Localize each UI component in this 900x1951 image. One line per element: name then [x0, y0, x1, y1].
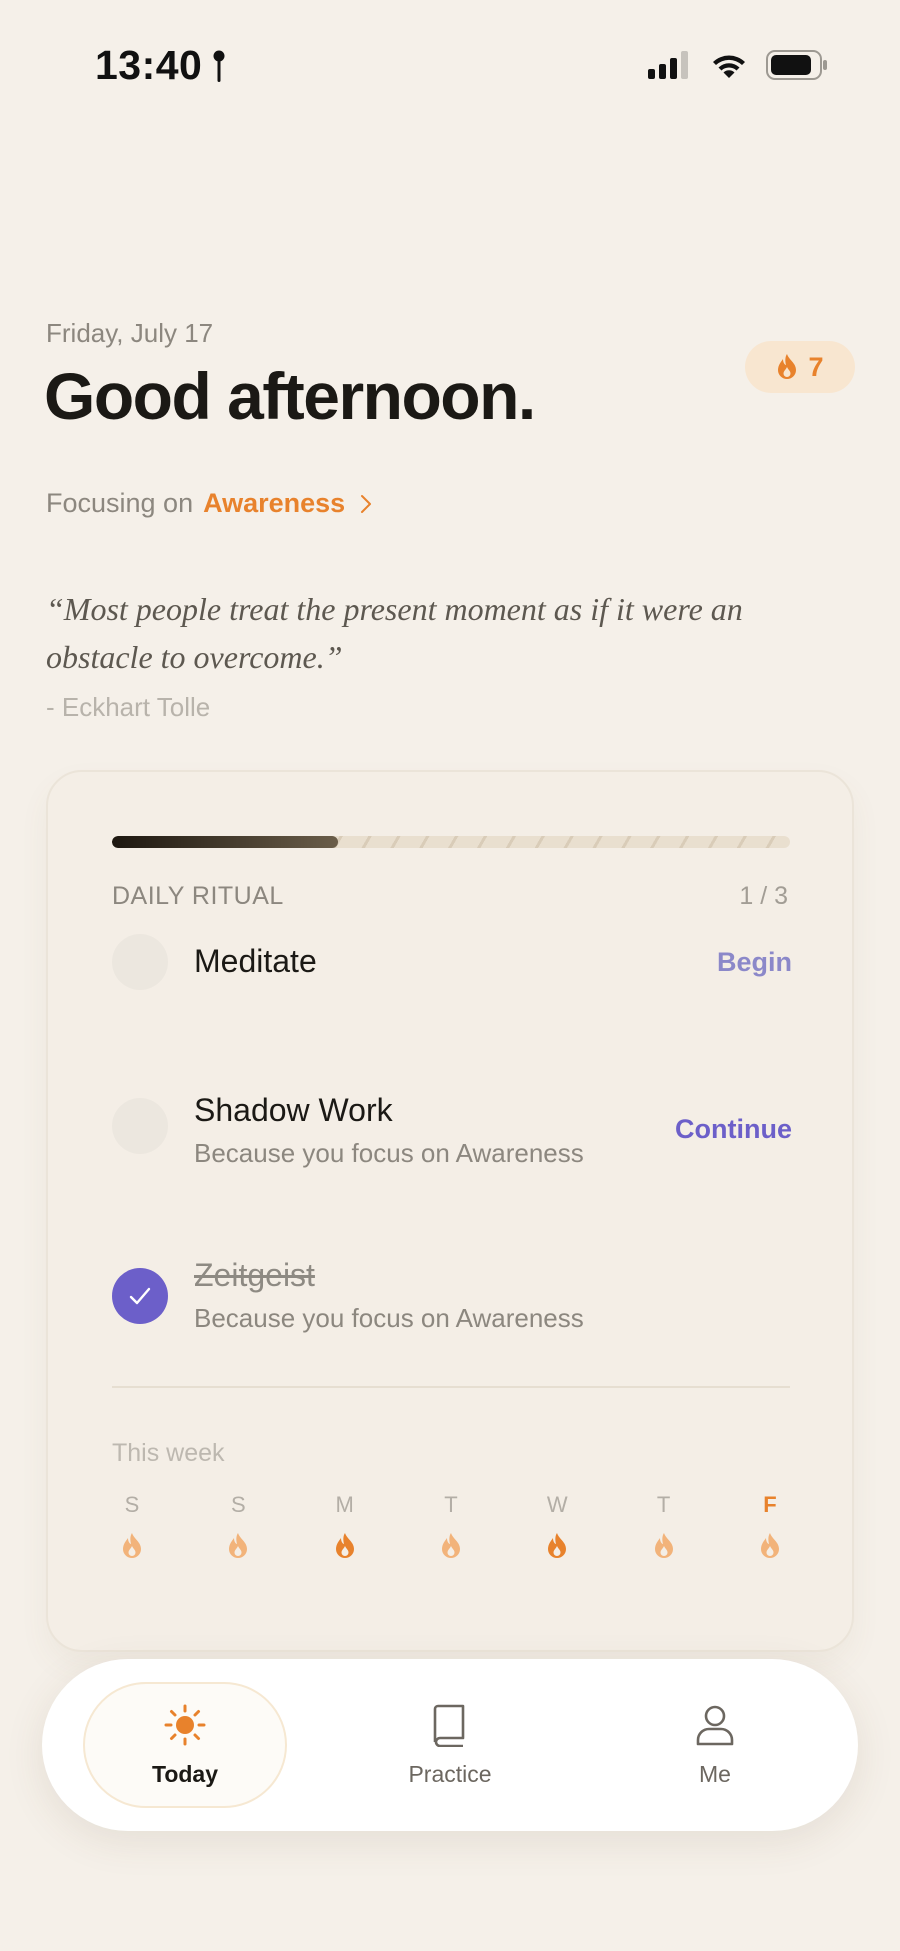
ritual-task-shadow-work[interactable]: Shadow Work Because you focus on Awarene… — [112, 1092, 792, 1172]
flame-icon — [334, 1532, 356, 1565]
week-day: T — [644, 1492, 684, 1565]
week-title: This week — [112, 1439, 225, 1467]
status-time: 13:40 — [95, 42, 203, 88]
task-name: Shadow Work — [194, 1092, 393, 1128]
task-subtitle: Because you focus on Awareness — [194, 1303, 584, 1333]
week-day-letter: S — [124, 1492, 140, 1517]
status-bar: 13:40 — [0, 0, 900, 130]
ritual-count: 1 / 3 — [739, 882, 788, 910]
task-name: Zeitgeist — [194, 1257, 315, 1293]
week-day: S — [112, 1492, 152, 1565]
checkmark-icon — [129, 1287, 151, 1305]
flame-icon — [546, 1532, 568, 1565]
task-checkbox-checked[interactable] — [112, 1268, 168, 1324]
streak-count: 7 — [808, 351, 824, 382]
week-day: F — [750, 1492, 790, 1565]
week-streak-row: SSMTWTF — [112, 1492, 790, 1565]
week-day-letter: F — [763, 1492, 777, 1517]
flame-icon — [227, 1532, 249, 1565]
nav-label: Practice — [408, 1760, 492, 1787]
week-day: S — [218, 1492, 258, 1565]
week-day-letter: T — [444, 1492, 458, 1517]
task-checkbox[interactable] — [112, 934, 168, 990]
week-day: M — [325, 1492, 365, 1565]
week-day: W — [537, 1492, 577, 1565]
location-pin-icon — [213, 50, 225, 82]
week-day-letter: T — [656, 1492, 671, 1517]
nav-label: Me — [699, 1760, 731, 1787]
ritual-progress-fill — [112, 836, 338, 848]
begin-button[interactable]: Begin — [717, 947, 792, 978]
continue-button[interactable]: Continue — [675, 1114, 792, 1145]
current-date: Friday, July 17 — [46, 318, 214, 348]
week-day-letter: W — [546, 1492, 568, 1517]
flame-icon — [778, 354, 797, 379]
week-day-letter: M — [335, 1492, 354, 1517]
focus-prefix: Focusing on — [46, 488, 194, 518]
status-icons — [648, 50, 828, 80]
nav-tab-today[interactable]: Today — [83, 1682, 287, 1808]
divider — [112, 1386, 790, 1388]
daily-ritual-card: DAILY RITUAL 1 / 3 Meditate Begin Shadow… — [46, 770, 854, 1652]
nav-label: Today — [151, 1760, 219, 1787]
focus-value: Awareness — [203, 488, 346, 518]
sun-icon — [164, 1704, 206, 1745]
flame-icon — [653, 1532, 675, 1565]
flame-icon — [121, 1532, 143, 1565]
quote-author: - Eckhart Tolle — [46, 692, 211, 722]
ritual-progress-bar — [112, 836, 790, 848]
task-checkbox[interactable] — [112, 1098, 168, 1154]
task-subtitle: Because you focus on Awareness — [194, 1138, 584, 1168]
wifi-icon — [713, 55, 745, 78]
chevron-right-icon — [361, 494, 372, 513]
streak-badge[interactable]: 7 — [745, 341, 855, 393]
week-day-letter: S — [230, 1492, 246, 1517]
nav-tab-practice[interactable]: Practice — [350, 1659, 550, 1831]
daily-quote: “Most people treat the present moment as… — [46, 591, 743, 675]
flame-icon — [759, 1532, 781, 1565]
nav-tab-me[interactable]: Me — [615, 1659, 815, 1831]
cellular-signal-icon — [648, 51, 688, 79]
book-icon — [433, 1704, 465, 1747]
focus-link[interactable]: Focusing on Awareness — [46, 488, 373, 519]
week-day: T — [431, 1492, 471, 1565]
ritual-title: DAILY RITUAL — [112, 882, 284, 910]
flame-icon — [440, 1532, 462, 1565]
bottom-nav: Today Practice Me — [42, 1659, 858, 1831]
ritual-task-zeitgeist[interactable]: Zeitgeist Because you focus on Awareness — [112, 1257, 792, 1337]
person-icon — [696, 1705, 734, 1745]
ritual-task-meditate[interactable]: Meditate Begin — [112, 932, 792, 992]
task-name: Meditate — [194, 943, 317, 979]
greeting-title: Good afternoon. — [44, 359, 536, 433]
battery-icon — [766, 50, 827, 80]
